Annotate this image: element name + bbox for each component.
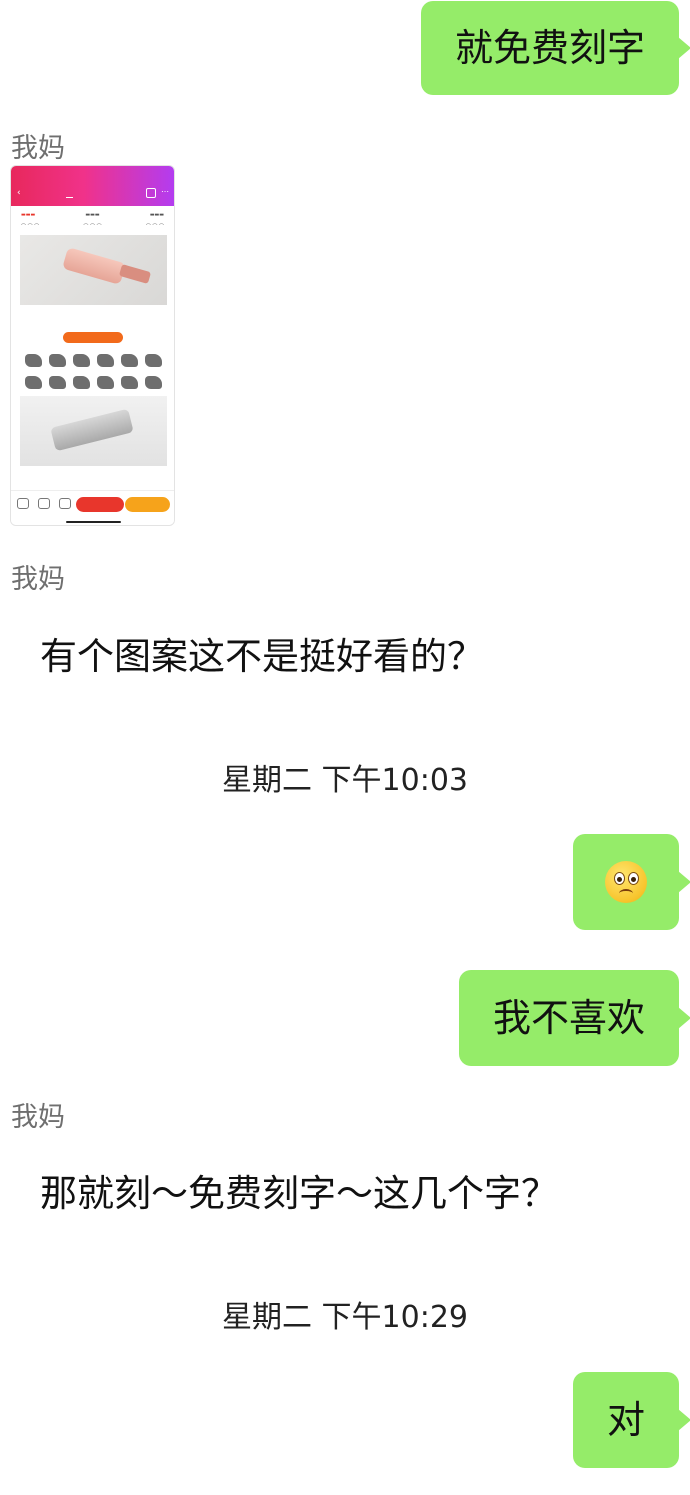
add-to-cart-button bbox=[76, 497, 124, 512]
service-icon bbox=[38, 498, 50, 509]
message-bubble-mine[interactable]: 就免费刻字 bbox=[421, 1, 690, 95]
usb-drive-image bbox=[62, 247, 126, 285]
frown-emoji-icon bbox=[605, 861, 647, 903]
thumb-tab bbox=[51, 190, 59, 198]
shared-image-message[interactable]: ‹ ⋯ ▬▬▬ ▬▬▬ ▬▬▬ ⌒ ⌒ ⌒ ⌒ ⌒ ⌒ ⌒ ⌒ ⌒ bbox=[10, 165, 175, 526]
zodiac-pattern-row bbox=[25, 354, 162, 367]
message-bubble-mine[interactable]: 我不喜欢 bbox=[459, 970, 690, 1066]
message-text[interactable]: 那就刻～免费刻字～这几个字？ bbox=[40, 1163, 558, 1217]
message-text: 就免费刻字 bbox=[454, 26, 645, 70]
buy-now-button bbox=[125, 497, 170, 512]
message-bubble-mine[interactable]: 对 bbox=[573, 1372, 690, 1468]
thumb-tab bbox=[95, 190, 103, 198]
store-icon bbox=[17, 498, 29, 509]
thumb-tab bbox=[65, 190, 74, 198]
thumb-icon-row: ⌒ ⌒ ⌒ ⌒ ⌒ ⌒ ⌒ ⌒ ⌒ bbox=[21, 224, 164, 230]
timestamp: 星期二 下午10:29 bbox=[222, 1300, 468, 1335]
cart-icon bbox=[59, 498, 71, 509]
home-indicator bbox=[66, 521, 121, 523]
thumb-badge bbox=[63, 332, 123, 343]
zodiac-pattern-row bbox=[25, 376, 162, 389]
message-text: 对 bbox=[606, 1398, 645, 1442]
thumb-tab bbox=[80, 190, 88, 198]
message-text: 我不喜欢 bbox=[492, 996, 645, 1040]
sender-name: 我妈 bbox=[11, 133, 65, 164]
sender-name: 我妈 bbox=[11, 564, 65, 595]
thumb-header: ‹ ⋯ bbox=[11, 166, 174, 206]
timestamp: 星期二 下午10:03 bbox=[222, 763, 468, 798]
back-icon: ‹ bbox=[17, 188, 21, 198]
thumb-tabs bbox=[51, 190, 103, 198]
sender-name: 我妈 bbox=[11, 1102, 65, 1133]
usb-cap-image bbox=[118, 264, 152, 284]
message-bubble-mine[interactable] bbox=[573, 834, 690, 930]
thumb-feature-row: ▬▬▬ ▬▬▬ ▬▬▬ bbox=[21, 212, 164, 218]
product-photo-pink-usb bbox=[20, 235, 167, 305]
more-icon: ⋯ bbox=[161, 187, 169, 196]
product-photo-silver-usb bbox=[20, 396, 167, 466]
share-icon bbox=[146, 188, 156, 198]
thumb-footer bbox=[11, 490, 174, 525]
usb-drive-image bbox=[50, 408, 134, 452]
message-text[interactable]: 有个图案这不是挺好看的？ bbox=[40, 626, 484, 680]
